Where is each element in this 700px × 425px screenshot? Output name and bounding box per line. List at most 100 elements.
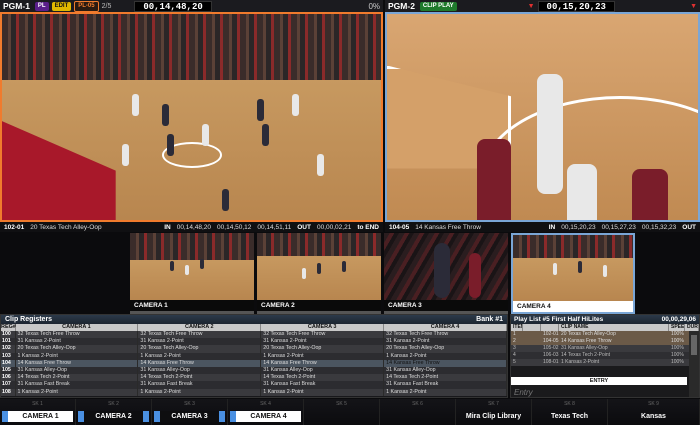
entry-bar[interactable]: ENTRY <box>511 377 687 385</box>
table-row[interactable]: 106 14 Texas Tech 2-Point 14 Texas Tech 2-… <box>1 374 507 382</box>
register-cell[interactable]: 20 Texas Tech Alley-Oop <box>383 345 507 353</box>
playlist-position: 2/5 <box>101 2 112 10</box>
playlist-duration: 00,00,29,06 <box>661 316 696 323</box>
camera-4-button[interactable]: SK 4 CAMERA 4 <box>228 399 304 425</box>
clip-library-button[interactable]: SK 7 Mira Clip Library <box>456 399 532 425</box>
soft-key-6[interactable]: SK 6 <box>380 399 456 425</box>
camera-2-preview[interactable]: CAMERA 2 <box>257 233 381 314</box>
register-cell[interactable]: 31 Kansas 2-Point <box>260 338 385 346</box>
register-cell[interactable]: 14 Kansas Free Throw <box>15 359 139 367</box>
register-cell[interactable]: 32 Texas Tech Free Throw <box>383 331 507 339</box>
playlist-number-badge[interactable]: PL-05 <box>74 0 99 12</box>
list-item[interactable]: 1 102-01 20 Texas Tech Alley-Oop 100% <box>511 331 699 338</box>
list-item[interactable]: 5 108-01 1 Kansas 2-Point 100% <box>511 359 699 366</box>
team-texas-tech-button[interactable]: SK 8 Texas Tech <box>532 399 608 425</box>
pgm-1-header: PGM-1 PL EDIT PL-05 2/5 00,14,48,20 0% <box>0 0 383 12</box>
register-cell[interactable]: 14 Texas Tech 2-Point <box>383 374 507 382</box>
list-item[interactable]: 4 106-03 14 Texas Tech 2-Point 100% <box>511 352 699 359</box>
register-cell[interactable]: 31 Kansas Alley-Oop <box>137 366 262 375</box>
table-row[interactable]: 105 31 Kansas Alley-Oop 31 Kansas Alley-Oo… <box>1 366 507 375</box>
register-cell[interactable]: 14 Texas Tech 2-Point <box>260 374 385 382</box>
team-kansas-button[interactable]: SK 9 Kansas <box>608 399 700 425</box>
register-cell[interactable]: 14 Texas Tech 2-Point <box>137 374 262 382</box>
scrollbar-thumb[interactable] <box>691 335 697 355</box>
register-number: 107 <box>1 381 16 389</box>
sk-label: SK 1 <box>32 401 43 407</box>
soft-key-bar: SK 1 CAMERA 1 SK 2 CAMERA 2 SK 3 CAMERA … <box>0 399 700 425</box>
playlist-badge[interactable]: PL <box>34 1 49 11</box>
playlist-cell <box>523 331 541 338</box>
register-cell[interactable]: 31 Kansas Fast Break <box>15 381 139 389</box>
camera-1-button-label: CAMERA 1 <box>2 411 73 422</box>
register-cell[interactable]: 31 Kansas Fast Break <box>260 381 385 389</box>
register-cell[interactable]: 1 Kansas 2-Point <box>383 352 507 360</box>
pgm-1-video <box>0 12 383 222</box>
register-cell[interactable]: 32 Texas Tech Free Throw <box>15 331 139 339</box>
register-cell[interactable]: 1 Kansas 2-Point <box>383 388 507 396</box>
table-row[interactable]: 101 31 Kansas 2-Point 31 Kansas 2-Point 31 … <box>1 338 507 346</box>
register-cell[interactable]: 1 Kansas 2-Point <box>15 388 139 396</box>
table-row[interactable]: 107 31 Kansas Fast Break 31 Kansas Fast Br… <box>1 381 507 389</box>
playlist-cell: 105-02 <box>543 345 559 351</box>
register-cell[interactable]: 20 Texas Tech Alley-Oop <box>137 345 262 353</box>
pgm-2-header: PGM-2 CLIP PLAY ▼ 00,15,20,23 ▼ <box>385 0 700 12</box>
camera-strip: CAMERA 1 CAMERA 2 CAMERA 3 CAMERA 4 <box>130 233 635 314</box>
register-cell[interactable]: 20 Texas Tech Alley-Oop <box>260 345 385 353</box>
playlist-cell: 104-05 <box>543 338 559 344</box>
camera-3-button[interactable]: SK 3 CAMERA 3 <box>152 399 228 425</box>
edit-badge[interactable]: EDIT <box>51 1 72 11</box>
table-row[interactable]: 100 32 Texas Tech Free Throw 32 Texas Tech… <box>1 331 507 339</box>
register-cell[interactable]: 14 Kansas Free Throw <box>137 359 262 367</box>
camera-4-preview[interactable]: CAMERA 4 <box>511 233 635 314</box>
register-cell[interactable]: 31 Kansas Fast Break <box>137 381 262 389</box>
column-header-blank-1 <box>523 324 541 331</box>
camera-3-preview[interactable]: CAMERA 3 <box>384 233 508 314</box>
register-cell[interactable]: 14 Texas Tech 2-Point <box>15 374 139 382</box>
list-item[interactable]: 2 104-05 14 Kansas Free Throw 100% <box>511 338 699 345</box>
register-cell[interactable]: 1 Kansas 2-Point <box>137 352 262 360</box>
playlist-title: Play List #5 First Half HiLites <box>514 316 604 323</box>
pgm-1-to-end: to END <box>357 223 379 231</box>
register-cell[interactable]: 32 Texas Tech Free Throw <box>137 331 262 339</box>
register-number: 106 <box>1 374 16 382</box>
playlist-cell: 3 <box>513 345 516 351</box>
register-cell[interactable]: 31 Kansas Alley-Oop <box>15 366 139 375</box>
camera-1-button[interactable]: SK 1 CAMERA 1 <box>0 399 76 425</box>
register-cell[interactable]: 32 Texas Tech Free Throw <box>260 331 385 339</box>
table-row[interactable]: 108 1 Kansas 2-Point 1 Kansas 2-Point 1 Kan… <box>1 388 507 396</box>
pgm-1-monitor[interactable]: PGM-1 PL EDIT PL-05 2/5 00,14,48,20 0% 1… <box>0 0 383 232</box>
camera-1-preview[interactable]: CAMERA 1 <box>130 233 254 314</box>
playlist-scrollbar[interactable] <box>689 331 699 397</box>
list-item[interactable]: 3 105-02 31 Kansas Alley-Oop 100% <box>511 345 699 352</box>
register-cell[interactable]: 31 Kansas Alley-Oop <box>383 366 507 375</box>
entry-input[interactable]: Entry <box>514 388 533 397</box>
register-number: 105 <box>1 366 16 375</box>
register-cell[interactable]: 14 Kansas Free Throw <box>383 359 507 367</box>
register-cell[interactable]: 1 Kansas 2-Point <box>15 352 139 360</box>
register-cell[interactable]: 1 Kansas 2-Point <box>137 388 262 396</box>
register-cell[interactable]: 20 Texas Tech Alley-Oop <box>15 345 139 353</box>
register-cell[interactable]: 31 Kansas 2-Point <box>137 338 262 346</box>
pgm-1-out-label: OUT <box>297 223 311 231</box>
register-cell[interactable]: 31 Kansas 2-Point <box>15 338 139 346</box>
table-row[interactable]: 103 1 Kansas 2-Point 1 Kansas 2-Point 1 Kan… <box>1 352 507 360</box>
pgm-2-clip-info: 104-05 14 Kansas Free Throw IN 00,15,20,… <box>385 222 700 232</box>
clip-play-badge[interactable]: CLIP PLAY <box>419 1 457 11</box>
register-cell[interactable]: 1 Kansas 2-Point <box>260 352 385 360</box>
table-row[interactable]: 104 14 Kansas Free Throw 14 Kansas Free Th… <box>1 359 507 367</box>
camera-4-button-label: CAMERA 4 <box>230 411 301 422</box>
pgm-2-video <box>385 12 700 222</box>
camera-2-button[interactable]: SK 2 CAMERA 2 <box>76 399 152 425</box>
register-cell[interactable]: 31 Kansas 2-Point <box>383 338 507 346</box>
register-cell[interactable]: 31 Kansas Fast Break <box>383 381 507 389</box>
register-cell[interactable]: 31 Kansas Alley-Oop <box>260 366 385 375</box>
playlist-cell: 106-03 <box>543 352 559 358</box>
pgm-2-monitor[interactable]: PGM-2 CLIP PLAY ▼ 00,15,20,23 ▼ 104-05 1… <box>385 0 700 232</box>
table-row[interactable]: 102 20 Texas Tech Alley-Oop 20 Texas Tech … <box>1 345 507 353</box>
register-cell[interactable]: 14 Kansas Free Throw <box>260 359 385 367</box>
bank-selector[interactable]: Bank #1 <box>476 315 503 324</box>
playlist-cell: 108-01 <box>543 359 559 365</box>
playlist-cell <box>523 352 541 359</box>
soft-key-5[interactable]: SK 5 <box>304 399 380 425</box>
register-cell[interactable]: 1 Kansas 2-Point <box>260 388 385 396</box>
